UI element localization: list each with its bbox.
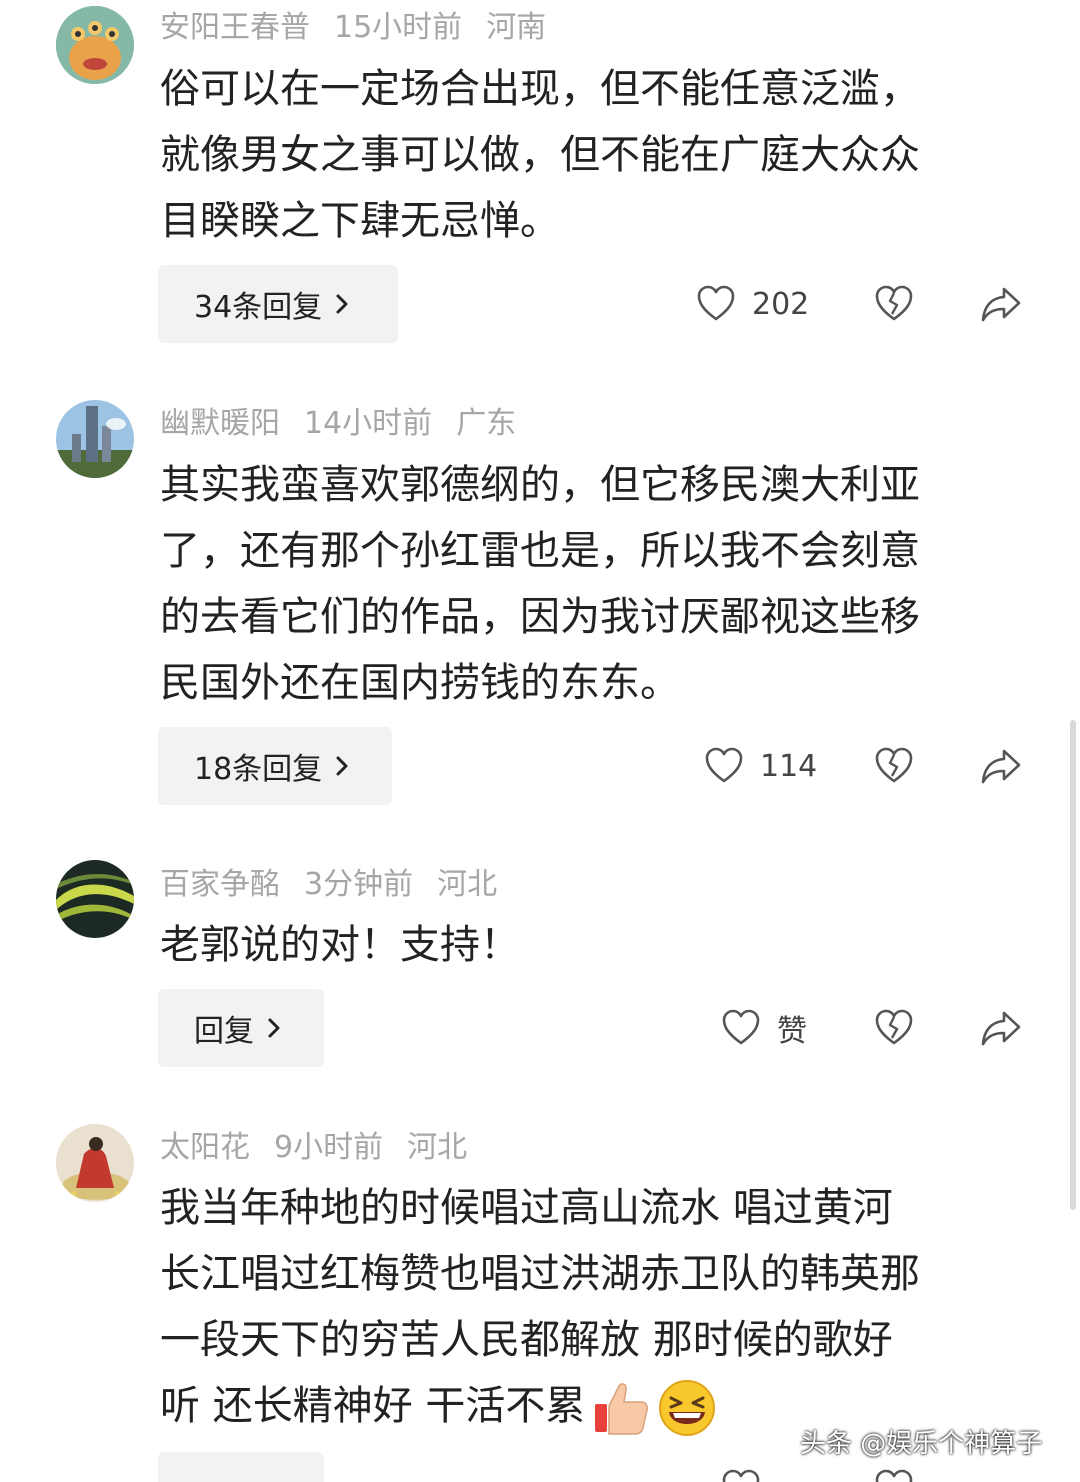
comment-text: 其实我蛮喜欢郭德纲的，但它移民澳大利亚 了，还有那个孙红雷也是，所以我不会刻意 … — [160, 452, 1020, 716]
dislike-broken-heart-icon[interactable] — [874, 1008, 914, 1048]
avatar[interactable] — [56, 1124, 134, 1202]
comment-line: 民国外还在国内捞钱的东东。 — [160, 660, 680, 706]
comment-line: 老郭说的对！支持！ — [160, 922, 520, 968]
heart-icon — [722, 1009, 760, 1045]
comment-location: 广东 — [456, 406, 517, 441]
comment-meta: 安阳王春普 15小时前 河南 — [160, 8, 570, 48]
chevron-right-icon — [268, 1018, 280, 1038]
comment-meta: 幽默暖阳 14小时前 广东 — [160, 404, 540, 444]
comment-location: 河北 — [407, 1130, 468, 1165]
username[interactable]: 安阳王春普 — [160, 10, 310, 45]
comment-time: 3分钟前 — [304, 867, 414, 902]
scrollbar[interactable] — [1070, 720, 1076, 1210]
share-icon[interactable] — [980, 284, 1022, 324]
comment-location: 河南 — [486, 10, 547, 45]
comment-time: 15小时前 — [334, 10, 463, 45]
username[interactable]: 幽默暖阳 — [160, 406, 280, 441]
comment-line: 一段天下的穷苦人民都解放 那时候的歌好 — [160, 1317, 893, 1363]
dislike-broken-heart-icon[interactable] — [874, 1468, 914, 1482]
avatar[interactable] — [56, 400, 134, 478]
comment-list-page: 安阳王春普 15小时前 河南 俗可以在一定场合出现，但不能任意泛滥， 就像男女之事可… — [0, 0, 1080, 1482]
view-replies-button[interactable]: 34条回复 — [158, 265, 398, 343]
like-label: 赞 — [777, 1014, 807, 1049]
comment-location: 河北 — [437, 867, 498, 902]
comment-meta: 百家争酩 3分钟前 河北 — [160, 865, 521, 905]
watermark: 头条 @娱乐个神算子 — [800, 1429, 1043, 1459]
avatar[interactable] — [56, 860, 134, 938]
reply-label: 回复 — [194, 1014, 254, 1049]
username[interactable]: 百家争酩 — [160, 867, 280, 902]
reply-count-label: 18条回复 — [194, 752, 323, 787]
chevron-right-icon — [336, 294, 348, 314]
comment-text: 我当年种地的时候唱过高山流水 唱过黄河 长江唱过红梅赞也唱过洪湖赤卫队的韩英那 … — [160, 1175, 1020, 1439]
thumbs-up-emoji — [595, 1383, 649, 1435]
view-replies-button[interactable]: 18条回复 — [158, 727, 392, 805]
grinning-squint-emoji — [659, 1380, 716, 1436]
heart-icon[interactable] — [721, 1468, 761, 1482]
reply-count-label: 34条回复 — [194, 290, 323, 325]
comment-line: 其实我蛮喜欢郭德纲的，但它移民澳大利亚 — [160, 462, 920, 508]
comment-time: 9小时前 — [274, 1130, 384, 1165]
dislike-broken-heart-icon[interactable] — [874, 746, 914, 786]
avatar[interactable] — [56, 6, 134, 84]
comment-line: 就像男女之事可以做，但不能在广庭大众众 — [160, 132, 920, 178]
comment-text: 老郭说的对！支持！ — [160, 912, 1020, 978]
comment-line: 我当年种地的时候唱过高山流水 唱过黄河 — [160, 1185, 893, 1231]
comment-time: 14小时前 — [304, 406, 433, 441]
dislike-broken-heart-icon[interactable] — [874, 284, 914, 324]
like-count: 114 — [760, 748, 818, 784]
comment-meta: 太阳花 9小时前 河北 — [160, 1128, 491, 1168]
heart-icon — [705, 747, 743, 783]
share-icon[interactable] — [980, 746, 1022, 786]
comment-line: 的去看它们的作品，因为我讨厌鄙视这些移 — [160, 594, 920, 640]
like-button[interactable]: 202 — [696, 265, 809, 343]
comment-line: 俗可以在一定场合出现，但不能任意泛滥， — [160, 66, 920, 112]
like-count: 202 — [752, 286, 810, 322]
chevron-right-icon — [336, 756, 348, 776]
share-icon[interactable] — [980, 1008, 1022, 1048]
reply-button[interactable] — [158, 1452, 324, 1482]
comment-line-text: 听 还长精神好 干活不累 — [160, 1383, 586, 1429]
like-button[interactable]: 赞 — [721, 989, 807, 1067]
username[interactable]: 太阳花 — [160, 1130, 250, 1165]
comment-line: 目睽睽之下肆无忌惮。 — [160, 198, 560, 244]
reply-button[interactable]: 回复 — [158, 989, 324, 1067]
like-button[interactable]: 114 — [704, 727, 817, 805]
heart-icon — [697, 285, 735, 321]
comment-text: 俗可以在一定场合出现，但不能任意泛滥， 就像男女之事可以做，但不能在广庭大众众 … — [160, 56, 1020, 254]
comment-line: 了，还有那个孙红雷也是，所以我不会刻意 — [160, 528, 920, 574]
comment-line: 长江唱过红梅赞也唱过洪湖赤卫队的韩英那 — [160, 1251, 920, 1297]
